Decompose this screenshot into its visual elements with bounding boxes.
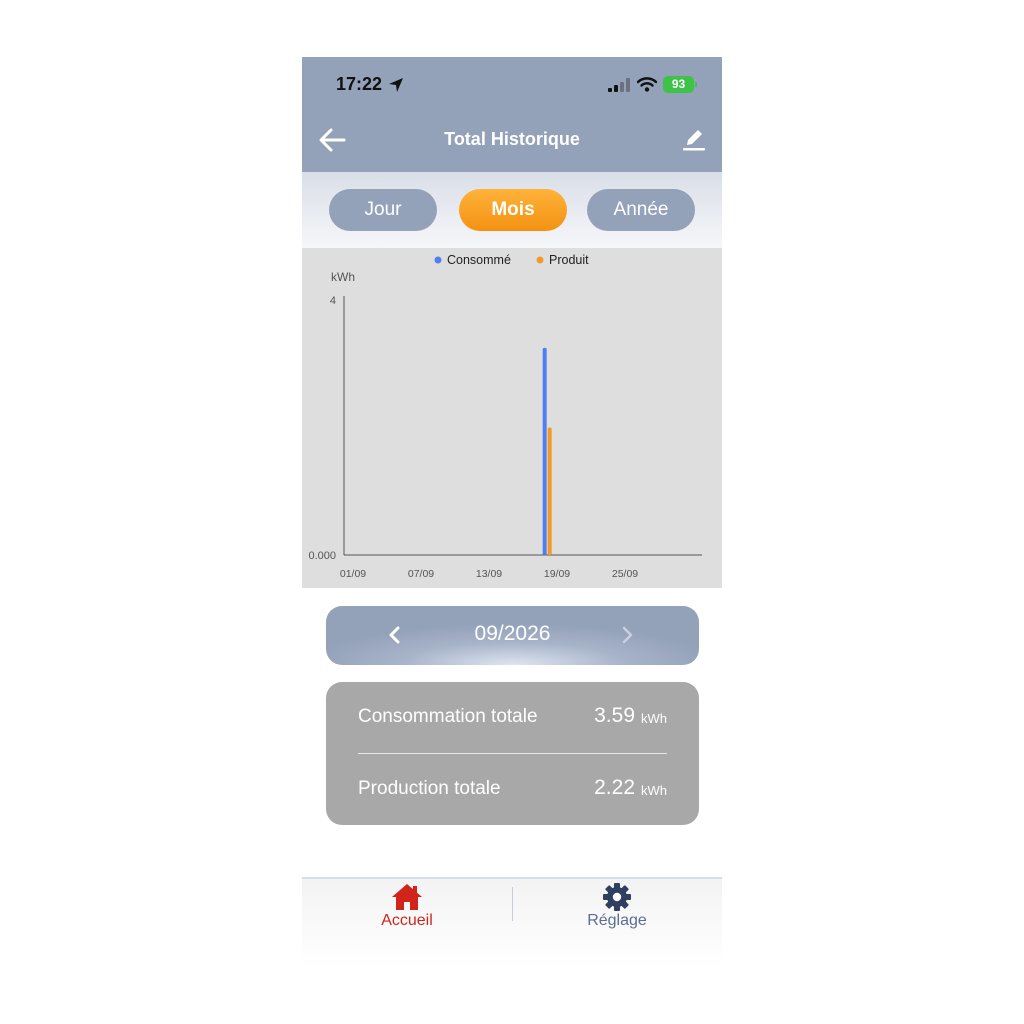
x-tick-label-2: 13/09: [476, 568, 502, 580]
segment-mois[interactable]: Mois: [459, 189, 567, 231]
header: 17:22 93 Total Historique: [302, 57, 722, 172]
tab-accueil[interactable]: Accueil: [302, 879, 512, 949]
edit-pencil-icon[interactable]: [682, 127, 706, 153]
month-navigator: 09/2026: [326, 606, 699, 665]
legend-marker-0: [434, 256, 442, 264]
legend-marker-1: [536, 256, 544, 264]
history-chart: Consommé Produit kWh 4 0.000 01/09 07/09 13/09 1…: [302, 248, 722, 588]
wifi-icon: [637, 77, 657, 92]
production-total-row: Production totale 2.22 kWh: [358, 776, 667, 806]
x-tick-label-0: 01/09: [340, 568, 366, 580]
tab-bar: Accueil Réglage: [302, 877, 722, 967]
legend-label-1: Produit: [549, 253, 589, 267]
consumption-total-value: 3.59: [594, 704, 635, 727]
x-tick-label-4: 25/09: [612, 568, 638, 580]
home-icon: [392, 884, 422, 910]
consumption-total-label: Consommation totale: [358, 706, 538, 727]
tab-reglage-label: Réglage: [587, 912, 647, 929]
x-tick-label-3: 19/09: [544, 568, 570, 580]
bar-0-0: [542, 347, 547, 555]
totals-card: Consommation totale 3.59 kWh Production …: [326, 682, 699, 825]
period-segmented-control: Jour Mois Année: [302, 172, 722, 248]
tab-accueil-label: Accueil: [381, 912, 433, 929]
status-time: 17:22: [336, 74, 383, 94]
y-tick-max: 4: [330, 295, 336, 307]
consumption-total-unit: kWh: [641, 711, 667, 726]
bar-1-0: [547, 427, 552, 555]
legend-label-0: Consommé: [447, 253, 511, 267]
segment-jour[interactable]: Jour: [329, 189, 437, 231]
phone-screen: 17:22 93 Total Historique Jour Mois Anné…: [302, 57, 722, 967]
y-axis-label: kWh: [331, 270, 355, 284]
current-month-label: 09/2026: [474, 622, 551, 645]
chevron-right-icon[interactable]: [616, 624, 638, 646]
totals-divider: [358, 753, 667, 754]
location-arrow-icon: [389, 78, 403, 92]
gear-icon: [603, 883, 631, 911]
production-total-label: Production totale: [358, 778, 501, 799]
bar-chart-svg: Consommé Produit kWh 4 0.000 01/09 07/09 13/09 1…: [308, 253, 702, 580]
production-total-value: 2.22: [594, 776, 635, 799]
x-tick-label-1: 07/09: [408, 568, 434, 580]
production-total-unit: kWh: [641, 783, 667, 798]
cellular-signal-icon: [608, 78, 630, 92]
y-tick-zero: 0.000: [308, 550, 336, 562]
battery-level: 93: [671, 77, 686, 91]
battery-indicator: 93: [663, 76, 697, 93]
page-title: Total Historique: [444, 129, 580, 149]
consumption-total-row: Consommation totale 3.59 kWh: [358, 704, 667, 734]
segment-annee[interactable]: Année: [587, 189, 695, 231]
tab-reglage[interactable]: Réglage: [512, 879, 722, 949]
